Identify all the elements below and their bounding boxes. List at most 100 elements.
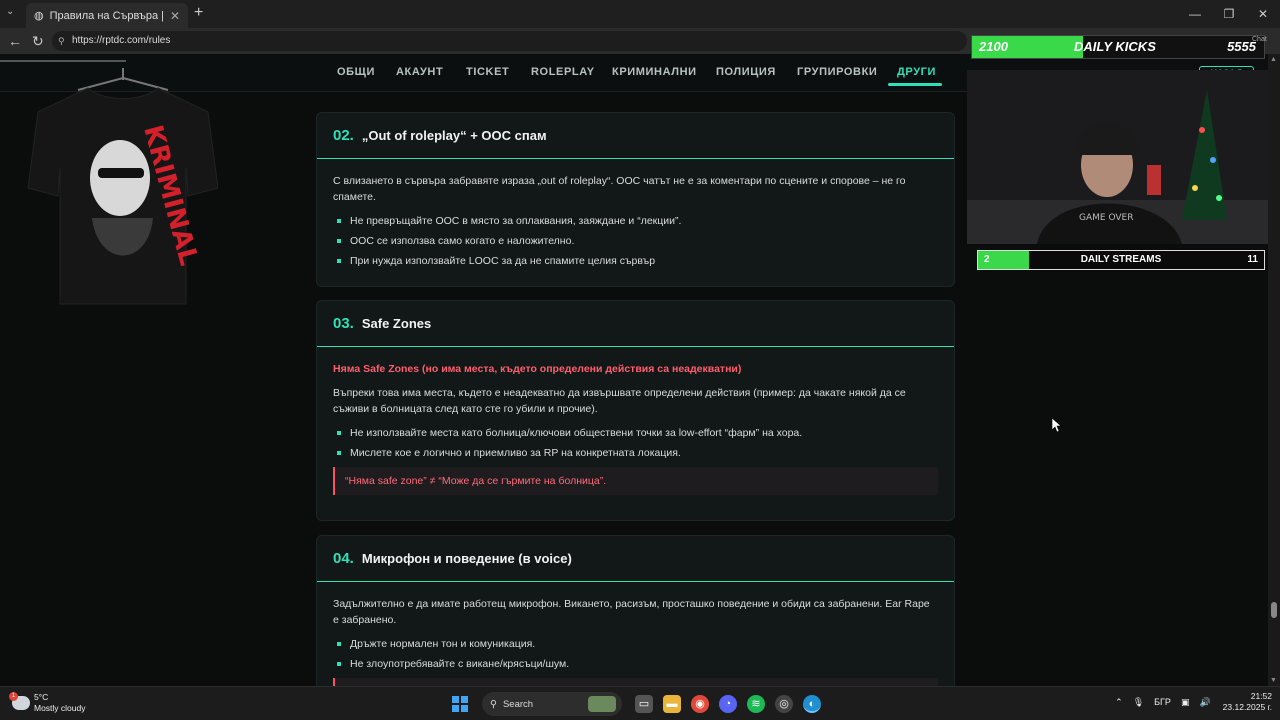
scroll-down-icon[interactable]: ▼ [1270, 677, 1277, 684]
nav-item-groups[interactable]: ГРУПИРОВКИ [797, 66, 877, 78]
weather-temp: 5°C [34, 692, 49, 702]
notification-badge: 1 [9, 692, 18, 701]
tshirt-image: KRIMINAL [27, 68, 218, 305]
webcam-shirt-text: GAME OVER [1079, 213, 1133, 223]
refresh-icon[interactable]: ↻ [32, 33, 44, 50]
section-number: 04. [333, 550, 354, 567]
clock-date: 23.12.2025 г. [1222, 702, 1272, 712]
language-indicator[interactable]: БГР [1154, 697, 1171, 707]
daily-streams-bar: DAILY STREAMS 2 11 [977, 250, 1265, 270]
tab-actions-icon[interactable]: ⌄ [6, 6, 14, 17]
nav-item-other[interactable]: ДРУГИ [897, 66, 936, 78]
globe-icon: ◍ [34, 10, 44, 22]
weather-widget[interactable]: 1 5°C Mostly cloudy [9, 692, 86, 714]
hanger-bar [0, 54, 126, 62]
browser-tab-bar: ⌄ ◍ Правила на Сървъра | TDC Roleplay ✕ … [0, 0, 1280, 28]
rule-list: Дръжте нормален тон и комуникация. Не зл… [333, 636, 938, 672]
chrome-icon[interactable]: ◉ [691, 695, 709, 713]
rules-section-03: 03. Safe Zones Няма Safe Zones (но има м… [316, 300, 955, 521]
edge-icon[interactable]: ◐ [803, 695, 821, 713]
list-item: Не превръщайте OOC в място за оплаквания… [333, 213, 938, 229]
nav-item-general[interactable]: ОБЩИ [337, 66, 375, 78]
list-item: Дръжте нормален тон и комуникация. [333, 636, 938, 652]
webcam-feed: GAME OVER [967, 70, 1268, 244]
section-body: С влизането в сървъра забравяте израза „… [317, 159, 954, 269]
active-nav-underline [888, 83, 942, 86]
windows-start-icon[interactable] [452, 696, 468, 712]
clock[interactable]: 21:52 23.12.2025 г. [1223, 691, 1272, 713]
nav-item-account[interactable]: АКАУНТ [396, 66, 443, 78]
scrollbar-thumb[interactable] [1271, 602, 1277, 618]
tab-close-icon[interactable]: ✕ [170, 9, 180, 23]
list-item: При нужда използвайте LOOC за да не спам… [333, 253, 938, 269]
warning-callout: “Няма safe zone” ≠ “Може да се гърмите н… [333, 467, 938, 495]
warning-callout-partial [333, 678, 938, 686]
page-scrollbar[interactable]: ▲ ▼ [1268, 54, 1280, 686]
section-intro: С влизането в сървъра забравяте израза „… [333, 175, 906, 203]
streams-goal: 11 [1247, 254, 1258, 265]
nav-item-roleplay[interactable]: ROLEPLAY [531, 66, 595, 78]
section-header: 02. „Out of roleplay“ + OOC спам [317, 113, 954, 159]
section-number: 02. [333, 127, 354, 144]
kicks-current: 2100 [979, 39, 1008, 54]
nav-item-ticket[interactable]: TICKET [466, 66, 509, 78]
list-item: OOC се използва само когато е наложителн… [333, 233, 938, 249]
section-body: Задължително е да имате работещ микрофон… [317, 582, 954, 686]
rule-list: Не използвайте места като болница/ключов… [333, 425, 938, 461]
rules-section-02: 02. „Out of roleplay“ + OOC спам С влиза… [316, 112, 955, 287]
microphone-icon[interactable]: 🎙 [1133, 697, 1144, 708]
maximize-button[interactable]: ❐ [1212, 0, 1246, 28]
list-item: Мислете кое е логично и приемливо за RP … [333, 445, 938, 461]
section-header: 03. Safe Zones [317, 301, 954, 347]
streams-current: 2 [984, 254, 990, 265]
rule-list: Не превръщайте OOC в място за оплаквания… [333, 213, 938, 269]
section-title: „Out of roleplay“ + OOC спам [361, 128, 547, 143]
spotify-icon[interactable]: ≋ [747, 695, 765, 713]
section-title: Safe Zones [361, 316, 432, 331]
system-tray: ⌃ 🎙 БГР ▣ 🔊 21:52 23.12.2025 г. [1105, 691, 1272, 713]
kicks-label: DAILY KICKS [1074, 39, 1156, 54]
daily-kicks-bar: 2100 DAILY KICKS 5555 [971, 35, 1265, 59]
network-icon[interactable]: ▣ [1181, 697, 1190, 708]
tray-overflow-icon[interactable]: ⌃ [1115, 697, 1123, 708]
discord-icon[interactable]: ◔ [719, 695, 737, 713]
mouse-cursor-icon [1052, 418, 1062, 432]
section-body: Няма Safe Zones (но има места, където оп… [317, 347, 954, 495]
windows-taskbar: 1 5°C Mostly cloudy ⚲ Search ▭ ▬ ◉ ◔ ≋ ◎… [0, 686, 1280, 720]
list-item: Не използвайте места като болница/ключов… [333, 425, 938, 441]
chat-label[interactable]: Chat [1252, 36, 1267, 43]
weather-desc: Mostly cloudy [34, 703, 86, 713]
section-header: 04. Микрофон и поведение (в voice) [317, 536, 954, 582]
back-arrow-icon[interactable]: ← [8, 33, 22, 49]
file-explorer-icon[interactable]: ▬ [663, 695, 681, 713]
search-label: Search [502, 698, 534, 710]
section-number: 03. [333, 315, 354, 332]
warning-title: Няма Safe Zones (но има места, където оп… [333, 363, 742, 375]
browser-tab[interactable]: ◍ Правила на Сървъра | TDC Roleplay ✕ [26, 3, 188, 28]
nav-item-criminal[interactable]: КРИМИНАЛНИ [612, 66, 697, 78]
volume-icon[interactable]: 🔊 [1199, 697, 1210, 708]
obs-icon[interactable]: ◎ [775, 695, 793, 713]
streams-label: DAILY STREAMS [1080, 254, 1162, 265]
new-tab-button[interactable]: + [194, 4, 203, 22]
rules-section-04: 04. Микрофон и поведение (в voice) Задъл… [316, 535, 955, 686]
url-field[interactable]: ⚲ https://rptdc.com/rules [52, 31, 967, 51]
section-title: Микрофон и поведение (в voice) [361, 551, 572, 566]
cloud-icon: 1 [9, 692, 30, 710]
section-intro: Въпреки това има места, където е неадекв… [333, 387, 906, 415]
site-info-icon[interactable]: ⚲ [58, 31, 65, 51]
clock-time: 21:52 [1250, 691, 1272, 701]
url-text: https://rptdc.com/rules [72, 35, 171, 46]
taskbar-search[interactable]: ⚲ Search [482, 692, 622, 716]
tab-title: Правила на Сървъра | TDC Roleplay [49, 9, 166, 22]
section-intro: Задължително е да имате работещ микрофон… [333, 598, 930, 626]
search-highlight-image [588, 696, 616, 712]
window-controls: — ❐ ✕ [1178, 0, 1280, 28]
scroll-up-icon[interactable]: ▲ [1270, 56, 1277, 63]
minimize-button[interactable]: — [1178, 0, 1212, 28]
nav-item-police[interactable]: ПОЛИЦИЯ [716, 66, 776, 78]
task-view-icon[interactable]: ▭ [635, 695, 653, 713]
close-window-button[interactable]: ✕ [1246, 0, 1280, 28]
list-item: Не злоупотребявайте с викане/крясъци/шум… [333, 656, 938, 672]
taskbar-apps: ⚲ Search ▭ ▬ ◉ ◔ ≋ ◎ ◐ [452, 692, 826, 716]
